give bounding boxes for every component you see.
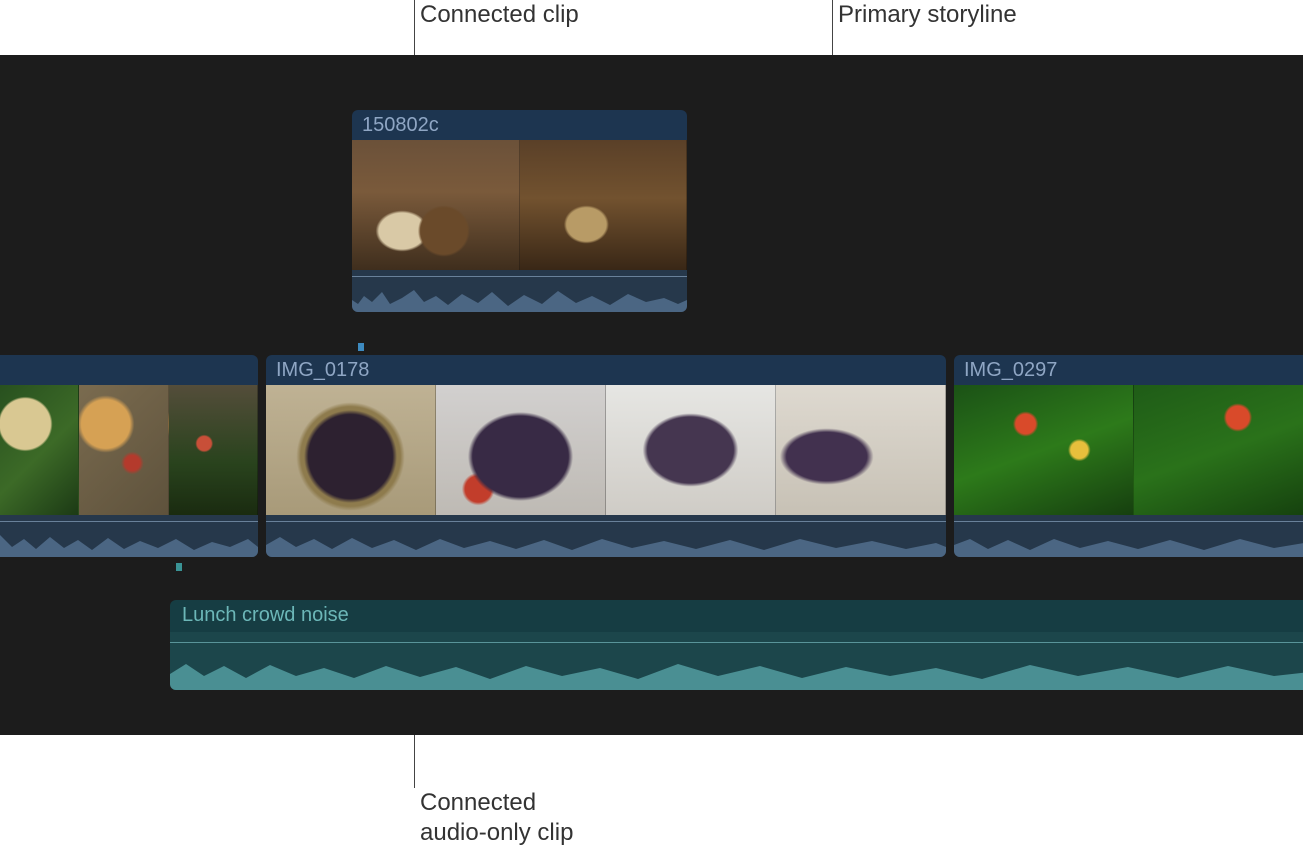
clip-thumbnail (954, 385, 1134, 515)
primary-storyline-clip[interactable]: IMG_0297 (954, 355, 1303, 557)
annotation-connected-clip: Connected clip (420, 0, 579, 30)
annotation-connected-audio: Connected audio-only clip (420, 788, 573, 848)
clip-thumbnail (79, 385, 168, 515)
primary-storyline-clip[interactable]: IMG_0178 (266, 355, 946, 557)
clip-thumbnail (606, 385, 776, 515)
primary-storyline-clip[interactable] (0, 355, 258, 557)
clip-title: IMG_0178 (266, 355, 946, 385)
clip-connector[interactable] (176, 563, 182, 571)
clip-title: Lunch crowd noise (170, 600, 1303, 632)
clip-thumbnail (776, 385, 946, 515)
clip-connector[interactable] (358, 343, 364, 351)
clip-thumbnail (436, 385, 606, 515)
audio-waveform (170, 646, 1303, 690)
audio-waveform (352, 280, 687, 312)
clip-title: IMG_0297 (954, 355, 1303, 385)
audio-waveform (266, 525, 946, 557)
clip-thumbnail (1134, 385, 1303, 515)
audio-waveform (954, 525, 1303, 557)
connected-video-clip[interactable]: 150802c (352, 110, 687, 312)
clip-title (0, 355, 258, 385)
connected-audio-clip[interactable]: Lunch crowd noise (170, 600, 1303, 690)
clip-title: 150802c (352, 110, 687, 140)
clip-thumbnail (352, 140, 520, 270)
clip-thumbnail (266, 385, 436, 515)
clip-thumbnail (169, 385, 258, 515)
timeline[interactable]: 150802c IMG_0178 (0, 55, 1303, 735)
clip-thumbnail (520, 140, 688, 270)
annotation-primary-storyline: Primary storyline (838, 0, 1017, 30)
clip-thumbnail (0, 385, 79, 515)
audio-waveform (0, 525, 258, 557)
